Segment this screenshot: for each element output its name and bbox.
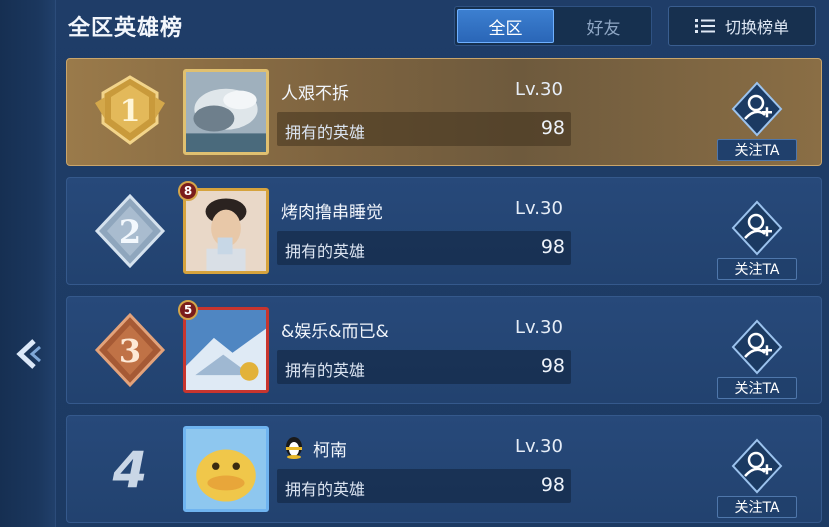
avatar-image-snow-scene (186, 310, 266, 390)
follow-label: 关注TA (717, 139, 797, 161)
player-name: 烤肉撸串睡觉 (281, 203, 383, 223)
follow-label: 关注TA (717, 496, 797, 518)
avatar-image-person (186, 191, 266, 271)
page-title: 全区英雄榜 (68, 16, 184, 41)
player-name: 人艰不拆 (281, 84, 349, 104)
scope-tabs: 全区 好友 (454, 6, 652, 46)
hero-count-label: 拥有的英雄 (285, 242, 366, 261)
player-avatar[interactable] (183, 307, 269, 393)
hero-count-bar: 拥有的英雄 98 (277, 231, 571, 265)
rank-2-silver-badge: 2 (94, 193, 166, 269)
player-name: &娱乐&而已& (281, 322, 389, 342)
hero-count-value: 98 (540, 236, 565, 258)
hero-count-value: 98 (540, 355, 565, 377)
tab-all-server[interactable]: 全区 (457, 9, 554, 43)
hero-count-bar: 拥有的英雄 98 (277, 112, 571, 146)
tab-friends[interactable]: 好友 (556, 7, 651, 45)
qq-penguin-icon (286, 437, 302, 459)
player-level: Lv.30 (515, 436, 563, 457)
back-arrow-icon (16, 339, 41, 369)
switch-list-button[interactable]: 切换榜单 (668, 6, 816, 46)
hero-count-bar: 拥有的英雄 98 (277, 469, 571, 503)
list-icon (694, 19, 715, 33)
rank-3-bronze-badge: 3 (94, 312, 166, 388)
switch-list-label: 切换榜单 (724, 18, 789, 37)
rank-number: 4 (112, 441, 148, 499)
add-friend-icon (731, 81, 783, 137)
hero-count-value: 98 (540, 474, 565, 496)
hero-count-label: 拥有的英雄 (285, 480, 366, 499)
leaderboard-row-1[interactable]: 1 人艰不拆 Lv.30 拥有的英雄 98 关注TA (66, 58, 822, 166)
level-badge: 5 (178, 300, 198, 320)
follow-button[interactable]: 关注TA (717, 200, 797, 280)
rank-number: 1 (120, 94, 141, 129)
player-avatar[interactable] (183, 426, 269, 512)
leaderboard-panel: 全区英雄榜 全区 好友 切换榜单 1 人艰不拆 Lv.30 拥有的英雄 98 关… (56, 0, 829, 527)
rank-number: 3 (119, 332, 141, 370)
add-friend-icon (731, 200, 783, 256)
add-friend-icon (731, 319, 783, 375)
follow-label: 关注TA (717, 258, 797, 280)
avatar-image-clouds (186, 72, 266, 152)
follow-button[interactable]: 关注TA (717, 319, 797, 399)
leaderboard-row-3[interactable]: 3 5 &娱乐&而已& Lv.30 拥有的英雄 98 关注TA (66, 296, 822, 404)
follow-label: 关注TA (717, 377, 797, 399)
back-button[interactable] (10, 334, 44, 374)
follow-button[interactable]: 关注TA (717, 81, 797, 161)
avatar-image-cartoon-duck (186, 429, 266, 509)
follow-button[interactable]: 关注TA (717, 438, 797, 518)
add-friend-icon (731, 438, 783, 494)
rank-1-gold-badge: 1 (95, 75, 165, 145)
leaderboard-row-2[interactable]: 2 8 烤肉撸串睡觉 Lv.30 拥有的英雄 98 关注TA (66, 177, 822, 285)
hero-count-value: 98 (540, 117, 565, 139)
player-level: Lv.30 (515, 79, 563, 100)
player-level: Lv.30 (515, 317, 563, 338)
player-avatar[interactable] (183, 69, 269, 155)
left-rail (0, 0, 56, 527)
player-name: 柯南 (313, 441, 347, 461)
level-badge: 8 (178, 181, 198, 201)
hero-count-label: 拥有的英雄 (285, 123, 366, 142)
leaderboard-row-4[interactable]: 4 柯南 Lv.30 拥有的英雄 98 关注TA (66, 415, 822, 523)
player-level: Lv.30 (515, 198, 563, 219)
hero-count-label: 拥有的英雄 (285, 361, 366, 380)
rank-number: 2 (119, 213, 141, 251)
player-avatar[interactable] (183, 188, 269, 274)
hero-count-bar: 拥有的英雄 98 (277, 350, 571, 384)
